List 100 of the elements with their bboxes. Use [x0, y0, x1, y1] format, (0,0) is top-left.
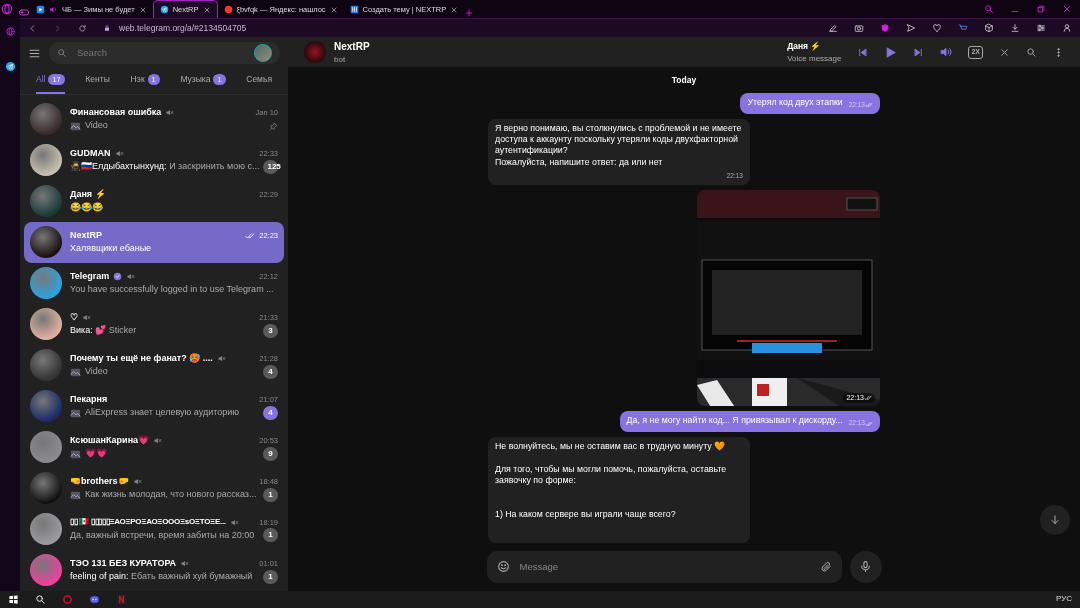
- shield-icon[interactable]: [880, 23, 890, 34]
- muted-icon: [180, 558, 190, 568]
- language-indicator[interactable]: РУС: [1055, 593, 1072, 606]
- browser-logo-icon[interactable]: [4, 26, 16, 37]
- chat-name: Почему ты ещё не фанат? 🥵 ....: [70, 351, 213, 365]
- chat-app-icon[interactable]: [89, 593, 100, 605]
- chat-preview: Вика: 💕 Sticker: [70, 324, 138, 338]
- scroll-down-button[interactable]: [1040, 504, 1070, 535]
- unread-count: 125: [263, 160, 279, 175]
- chat-preview: 💗💗: [85, 447, 108, 461]
- new-tab-icon[interactable]: [464, 8, 475, 18]
- unread-count: 4: [263, 365, 278, 380]
- telegram-icon[interactable]: [4, 61, 16, 72]
- close-icon[interactable]: [999, 46, 1010, 58]
- search-field[interactable]: Search: [75, 44, 246, 62]
- download-icon[interactable]: [1010, 23, 1020, 34]
- avatar: [30, 390, 62, 423]
- avatar: [30, 103, 62, 136]
- avatar: [30, 226, 62, 259]
- chat-name: Финансовая ошибка: [70, 105, 162, 119]
- composer-bar[interactable]: Message: [486, 550, 842, 583]
- folder-tab[interactable]: Кенты: [85, 69, 110, 94]
- previous-icon[interactable]: [857, 46, 869, 58]
- send-icon[interactable]: [906, 23, 916, 34]
- player-subtitle: Voice message: [787, 52, 842, 65]
- chat-preview: feeling of pain: Ебать важный хуй бумажный: [70, 570, 254, 584]
- play-icon[interactable]: [884, 45, 898, 59]
- microphone-button[interactable]: [849, 550, 882, 583]
- chat-preview: AliExpress знает целевую аудиторию: [85, 406, 240, 420]
- search-icon[interactable]: [35, 593, 46, 605]
- message-field[interactable]: Message: [517, 558, 812, 575]
- message-text: Да, я не могу найти код... Я привязывал к дискорду...: [626, 415, 843, 426]
- close-icon[interactable]: [329, 5, 338, 14]
- unread-count: 4: [263, 406, 278, 421]
- restore-icon[interactable]: [1036, 4, 1046, 14]
- profile-icon[interactable]: [1062, 23, 1072, 34]
- message-text: Не волнуйтесь, мы не оставим вас в трудную минуту 🧡 Для того, чтобы мы могли помочь, пожалуйста, оставьте заявочку по форме: 1) На каком сервере вы играли чаще всего?: [495, 440, 728, 521]
- chat-name: 🤜brothers🤛: [70, 474, 129, 488]
- chat-name: ▯▯ 🇲🇽 ▯▯▯▯▯ΞΑΟΞΡΟΞΑΟΞΟΟΟΞsΟΞΤΟΞΕ...: [70, 516, 226, 529]
- chat-name: GUDMAN: [70, 146, 111, 160]
- reload-icon[interactable]: [78, 23, 87, 33]
- chat-name: КсюшанКарина💗: [70, 433, 150, 447]
- search-icon: [57, 48, 67, 59]
- muted-icon: [114, 148, 124, 158]
- muted-icon: [229, 517, 239, 527]
- unread-count: 3: [263, 324, 278, 339]
- chat-name: Даня ⚡: [70, 187, 106, 201]
- browser-logo-icon[interactable]: [62, 593, 73, 605]
- avatar: [30, 267, 62, 300]
- date-label: Today: [670, 74, 698, 88]
- avatar: [30, 185, 62, 218]
- search-bar[interactable]: Search: [49, 42, 280, 65]
- avatar: [30, 144, 62, 177]
- chat-preview: 🥷🇷🇺Елдыбахтынхунд: И заскринить мою с...: [70, 160, 260, 174]
- close-icon[interactable]: [1062, 4, 1072, 14]
- unread-count: 1: [263, 570, 278, 585]
- avatar: [254, 44, 272, 63]
- emoji-icon[interactable]: [496, 560, 510, 574]
- chat-preview: Video: [85, 119, 109, 133]
- chat-title: NextRP: [334, 39, 370, 54]
- gamepad-icon[interactable]: [18, 6, 30, 18]
- chat-preview: Халявщики ебаные: [70, 242, 153, 256]
- avatar: [30, 554, 62, 587]
- search-icon[interactable]: [1026, 46, 1037, 58]
- close-icon[interactable]: [138, 5, 147, 14]
- attach-icon[interactable]: [819, 560, 832, 573]
- url-text[interactable]: web.telegram.org/a/#2134504705: [119, 21, 247, 35]
- browser-logo-icon[interactable]: [0, 2, 14, 16]
- avatar: [304, 41, 326, 64]
- chat-name: ТЭО 131 БЕЗ КУРАТОРА: [70, 556, 177, 570]
- app-icon[interactable]: [116, 593, 127, 605]
- heart-icon[interactable]: [932, 23, 942, 34]
- chat-name: NextRP: [70, 228, 102, 242]
- chat-name: Telegram: [70, 269, 110, 283]
- close-icon[interactable]: [450, 5, 459, 14]
- message-text: Утерял код двух этапки: [747, 97, 843, 108]
- folder-tab[interactable]: Семья: [246, 69, 272, 94]
- camera-icon[interactable]: [854, 23, 864, 34]
- chat-subtitle: bot: [334, 53, 347, 66]
- volume-icon[interactable]: [940, 46, 953, 59]
- edit-icon[interactable]: [828, 23, 838, 34]
- muted-icon: [153, 435, 163, 445]
- chat-preview: 😂😂😂: [70, 201, 104, 215]
- unread-count: 9: [263, 447, 278, 462]
- chat-name: Пекарня: [70, 392, 108, 406]
- unread-count: 1: [263, 528, 278, 543]
- close-icon[interactable]: [202, 5, 211, 14]
- unread-count: 1: [263, 488, 278, 503]
- avatar: [30, 472, 62, 505]
- next-icon[interactable]: [913, 46, 925, 58]
- microphone-icon: [859, 560, 872, 574]
- avatar: [30, 513, 62, 546]
- windows-start-icon[interactable]: [8, 593, 19, 605]
- avatar: [30, 431, 62, 464]
- lock-icon: [103, 24, 111, 33]
- muted-icon: [82, 312, 91, 322]
- muted-icon: [132, 476, 142, 486]
- cube-icon[interactable]: [984, 23, 994, 34]
- sliders-icon[interactable]: [1036, 23, 1046, 34]
- chat-preview: Video: [85, 365, 109, 379]
